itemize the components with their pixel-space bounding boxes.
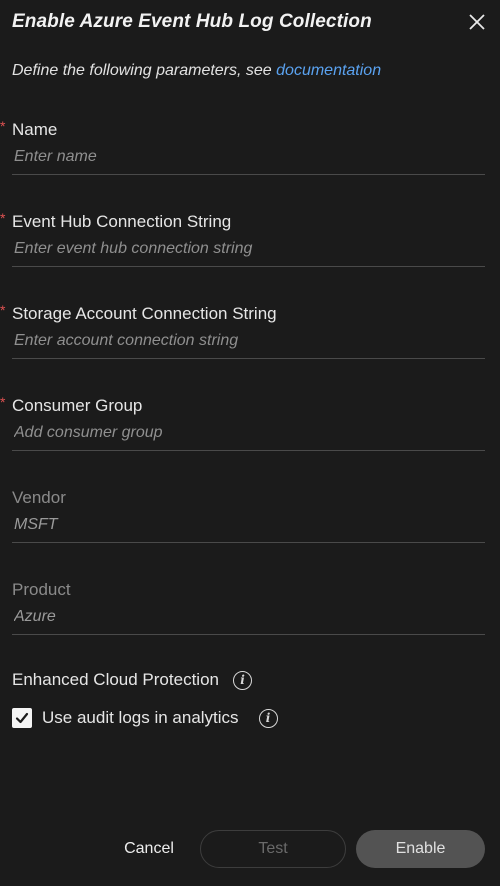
required-marker: * [0,210,6,226]
checkmark-icon [15,712,29,724]
dialog-header: Enable Azure Event Hub Log Collection [12,8,488,36]
audit-logs-label: Use audit logs in analytics [42,708,239,727]
cancel-button[interactable]: Cancel [112,830,186,868]
product-label: Product [12,580,71,599]
product-input [12,608,485,635]
vendor-input [12,516,485,543]
documentation-link[interactable]: documentation [276,62,381,79]
product-field: Product [12,580,485,635]
name-input[interactable] [12,148,485,175]
required-marker: * [0,302,6,318]
enable-button[interactable]: Enable [356,830,485,868]
consumer-group-label: Consumer Group [12,396,143,415]
dialog-footer: Cancel Test Enable [0,830,500,868]
consumer-group-field: * Consumer Group [0,394,485,451]
storage-string-input[interactable] [12,332,485,359]
log-collection-dialog: Enable Azure Event Hub Log Collection De… [0,0,500,886]
required-marker: * [0,118,6,134]
storage-string-label: Storage Account Connection String [12,304,277,323]
close-button[interactable] [466,11,488,33]
name-label: Name [12,120,58,139]
info-icon[interactable]: i [258,708,278,728]
enhanced-protection-title: Enhanced Cloud Protection [12,670,219,689]
name-field: * Name [0,118,485,175]
audit-logs-option: Use audit logs in analytics i [12,708,278,728]
connection-string-field: * Event Hub Connection String [0,210,485,267]
close-icon [469,14,485,30]
test-button[interactable]: Test [200,830,346,868]
connection-string-label: Event Hub Connection String [12,212,232,231]
required-marker: * [0,394,6,410]
enhanced-protection-section: Enhanced Cloud Protection i [12,670,252,690]
storage-string-field: * Storage Account Connection String [0,302,485,359]
dialog-subtitle: Define the following parameters, see doc… [12,62,381,80]
dialog-title: Enable Azure Event Hub Log Collection [12,11,372,32]
connection-string-input[interactable] [12,240,485,267]
vendor-label: Vendor [12,488,66,507]
audit-logs-checkbox[interactable] [12,708,32,728]
vendor-field: Vendor [12,488,485,543]
subtitle-text: Define the following parameters, see [12,62,277,79]
info-icon[interactable]: i [232,670,252,690]
consumer-group-input[interactable] [12,424,485,451]
